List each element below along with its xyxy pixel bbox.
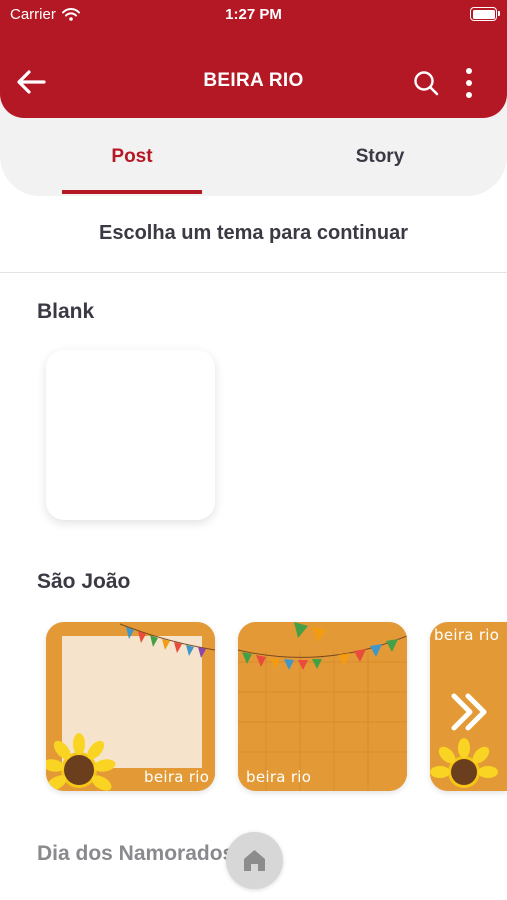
brand-logo-text: beira rio (434, 626, 500, 644)
status-bar: Carrier 1:27 PM (0, 0, 507, 30)
festa-junina-artwork (430, 622, 507, 791)
more-options-button[interactable] (456, 66, 482, 100)
festa-junina-artwork (238, 622, 407, 791)
battery-icon (470, 7, 500, 21)
tab-active-indicator (62, 190, 202, 194)
sao-joao-template-3[interactable]: beira rio (430, 622, 507, 791)
status-time: 1:27 PM (225, 6, 282, 23)
section-title-blank: Blank (37, 300, 95, 323)
brand-logo-text: beira rio (144, 768, 210, 786)
home-icon (244, 850, 265, 871)
divider (0, 272, 507, 273)
festa-junina-artwork (46, 622, 215, 791)
more-vertical-icon (466, 68, 472, 98)
home-button[interactable] (226, 832, 283, 889)
section-title-dia-dos-namorados: Dia dos Namorados (37, 842, 235, 865)
blank-template-card[interactable] (46, 350, 215, 520)
sao-joao-template-2[interactable]: beira rio (238, 622, 407, 791)
brand-logo-text: beira rio (246, 768, 312, 786)
tab-post[interactable]: Post (62, 146, 202, 168)
search-icon (414, 71, 439, 96)
sao-joao-template-1[interactable]: beira rio (46, 622, 215, 791)
tab-story[interactable]: Story (310, 146, 450, 168)
search-button[interactable] (410, 68, 442, 98)
app-header: BEIRA RIO (0, 30, 507, 118)
section-title-sao-joao: São João (37, 570, 131, 593)
instruction-text: Escolha um tema para continuar (99, 222, 408, 244)
